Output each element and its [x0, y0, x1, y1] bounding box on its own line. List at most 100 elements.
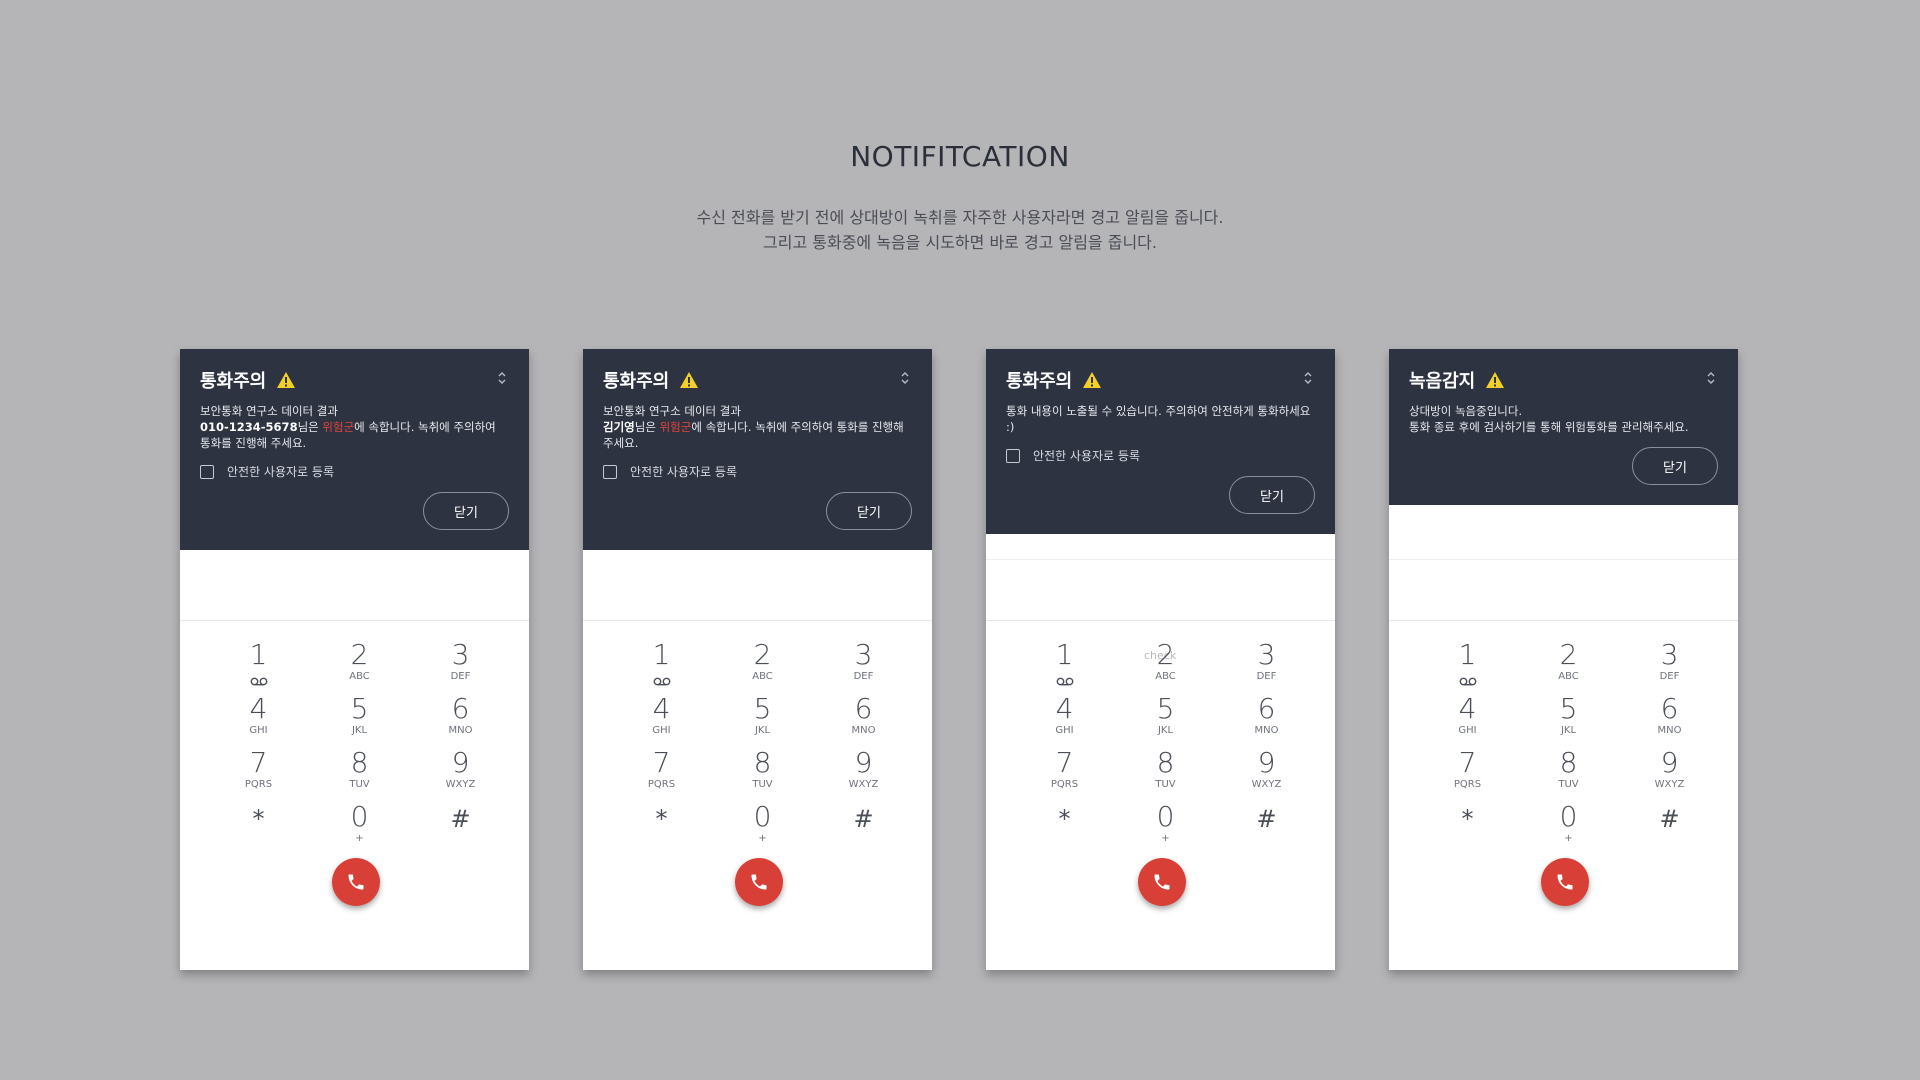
dial-key-2[interactable]: 2 ABC	[309, 639, 410, 693]
dial-key-9[interactable]: 9 WXYZ	[410, 747, 511, 801]
dial-key-2[interactable]: 2 ABC	[1115, 639, 1216, 693]
key-letters: +	[758, 833, 767, 844]
key-digit: 0	[1559, 800, 1578, 833]
key-letters: TUV	[752, 779, 773, 790]
close-button[interactable]: 닫기	[1229, 476, 1315, 514]
safe-user-checkbox-row[interactable]: 안전한 사용자로 등록	[200, 463, 509, 480]
dial-key-6[interactable]: 6 MNO	[813, 693, 914, 747]
close-button[interactable]: 닫기	[1632, 447, 1718, 485]
warning-notification: 통화주의 보안통화 연구소 데이터 결과 김기영님은 위험군에 속합니다. 녹취…	[583, 349, 932, 550]
expand-icon[interactable]	[1706, 369, 1716, 387]
checkbox-label: 안전한 사용자로 등록	[1033, 449, 1140, 463]
dial-key-9[interactable]: 9 WXYZ	[1216, 747, 1317, 801]
key-letters: JKL	[1560, 725, 1577, 736]
expand-icon[interactable]	[497, 369, 507, 387]
dial-key-8[interactable]: 8 TUV	[712, 747, 813, 801]
dial-key-3[interactable]: 3 DEF	[410, 639, 511, 693]
dial-key-9[interactable]: 9 WXYZ	[813, 747, 914, 801]
phone-screen-2: 통화주의 보안통화 연구소 데이터 결과 김기영님은 위험군에 속합니다. 녹취…	[583, 349, 932, 970]
dial-key-star[interactable]: *	[1417, 801, 1518, 855]
key-letters: JKL	[754, 725, 771, 736]
key-letters: PQRS	[1453, 779, 1482, 790]
dial-key-6[interactable]: 6 MNO	[410, 693, 511, 747]
dial-key-star[interactable]: *	[1014, 801, 1115, 855]
call-button[interactable]	[735, 858, 783, 906]
notification-header: 녹음감지	[1409, 367, 1718, 393]
dial-key-0[interactable]: 0 +	[1115, 801, 1216, 855]
notification-message: 상대방이 녹음중입니다. 통화 종료 후에 검사하기를 통해 위험통화를 관리해…	[1409, 403, 1718, 435]
key-digit: 2	[1559, 638, 1578, 671]
dial-key-6[interactable]: 6 MNO	[1619, 693, 1720, 747]
dial-key-4[interactable]: 4 GHI	[1014, 693, 1115, 747]
message-line: 통화 종료 후에 검사하기를 통해 위험통화를 관리해주세요.	[1409, 420, 1689, 434]
dial-key-4[interactable]: 4 GHI	[1417, 693, 1518, 747]
notification-header: 통화주의	[200, 367, 509, 393]
dial-key-8[interactable]: 8 TUV	[1115, 747, 1216, 801]
key-digit: 4	[1458, 692, 1477, 725]
call-button[interactable]	[332, 858, 380, 906]
dial-key-5[interactable]: 5 JKL	[309, 693, 410, 747]
dial-key-0[interactable]: 0 +	[309, 801, 410, 855]
dial-key-7[interactable]: 7 PQRS	[208, 747, 309, 801]
message-text: 님은	[634, 420, 660, 434]
dial-key-0[interactable]: 0 +	[712, 801, 813, 855]
dial-key-7[interactable]: 7 PQRS	[1014, 747, 1115, 801]
notification-title: 통화주의	[200, 371, 267, 392]
dial-key-8[interactable]: 8 TUV	[309, 747, 410, 801]
safe-user-checkbox-row[interactable]: 안전한 사용자로 등록	[603, 463, 912, 480]
description-line: 그리고 통화중에 녹음을 시도하면 바로 경고 알림을 줍니다.	[763, 233, 1157, 252]
dial-key-hash[interactable]: #	[1619, 801, 1720, 855]
phone-icon	[751, 874, 767, 890]
key-letters: +	[1161, 833, 1170, 844]
dial-key-1[interactable]: 1	[611, 639, 712, 693]
dial-key-3[interactable]: 3 DEF	[1216, 639, 1317, 693]
call-button[interactable]	[1138, 858, 1186, 906]
key-digit: 6	[1660, 692, 1679, 725]
dial-key-1[interactable]: 1	[1014, 639, 1115, 693]
dial-pad: 1 2 ABC 3 DEF 4 GHI 5 JKL 6 MNO 7 PQRS 8 TUV 9W…	[1014, 639, 1317, 855]
close-button[interactable]: 닫기	[423, 492, 509, 530]
key-symbol: *	[1058, 805, 1071, 833]
dial-key-4[interactable]: 4 GHI	[208, 693, 309, 747]
key-letters: GHI	[1458, 725, 1477, 736]
message-line: 보안통화 연구소 데이터 결과	[200, 404, 338, 418]
dial-key-4[interactable]: 4 GHI	[611, 693, 712, 747]
dial-key-6[interactable]: 6 MNO	[1216, 693, 1317, 747]
dial-key-2[interactable]: 2 ABC	[712, 639, 813, 693]
dial-key-7[interactable]: 7 PQRS	[1417, 747, 1518, 801]
dial-key-hash[interactable]: #	[813, 801, 914, 855]
call-button[interactable]	[1541, 858, 1589, 906]
expand-icon[interactable]	[1303, 369, 1313, 387]
dial-key-5[interactable]: 5 JKL	[712, 693, 813, 747]
dial-key-8[interactable]: 8 TUV	[1518, 747, 1619, 801]
safe-user-checkbox-row[interactable]: 안전한 사용자로 등록	[1006, 447, 1315, 464]
safe-user-checkbox[interactable]	[1006, 448, 1020, 463]
safe-user-checkbox[interactable]	[200, 464, 214, 479]
warning-notification: 통화주의 보안통화 연구소 데이터 결과 010-1234-5678님은 위험군…	[180, 349, 529, 550]
dial-key-3[interactable]: 3 DEF	[1619, 639, 1720, 693]
key-letters: ABC	[349, 671, 370, 682]
dial-key-1[interactable]: 1	[208, 639, 309, 693]
dial-key-star[interactable]: *	[208, 801, 309, 855]
dial-key-hash[interactable]: #	[1216, 801, 1317, 855]
dial-key-9[interactable]: 9 WXYZ	[1619, 747, 1720, 801]
dial-key-0[interactable]: 0 +	[1518, 801, 1619, 855]
dial-key-3[interactable]: 3 DEF	[813, 639, 914, 693]
dial-pad: 1 2 ABC 3 DEF 4 GHI 5 JKL 6 MNO 7 PQRS 8 TUV 9W…	[1417, 639, 1720, 855]
key-symbol: #	[853, 805, 874, 833]
key-digit: 7	[1458, 746, 1477, 779]
key-digit: 5	[1559, 692, 1578, 725]
safe-user-checkbox[interactable]	[603, 464, 617, 479]
dial-key-7[interactable]: 7 PQRS	[611, 747, 712, 801]
key-digit: 9	[854, 746, 873, 779]
close-button[interactable]: 닫기	[826, 492, 912, 530]
expand-icon[interactable]	[900, 369, 910, 387]
key-letters: DEF	[1256, 671, 1277, 682]
dial-key-2[interactable]: 2 ABC	[1518, 639, 1619, 693]
dial-key-5[interactable]: 5 JKL	[1115, 693, 1216, 747]
dial-key-1[interactable]: 1	[1417, 639, 1518, 693]
dial-key-hash[interactable]: #	[410, 801, 511, 855]
phone-mockups: 통화주의 보안통화 연구소 데이터 결과 010-1234-5678님은 위험군…	[180, 349, 1738, 970]
dial-key-star[interactable]: *	[611, 801, 712, 855]
dial-key-5[interactable]: 5 JKL	[1518, 693, 1619, 747]
